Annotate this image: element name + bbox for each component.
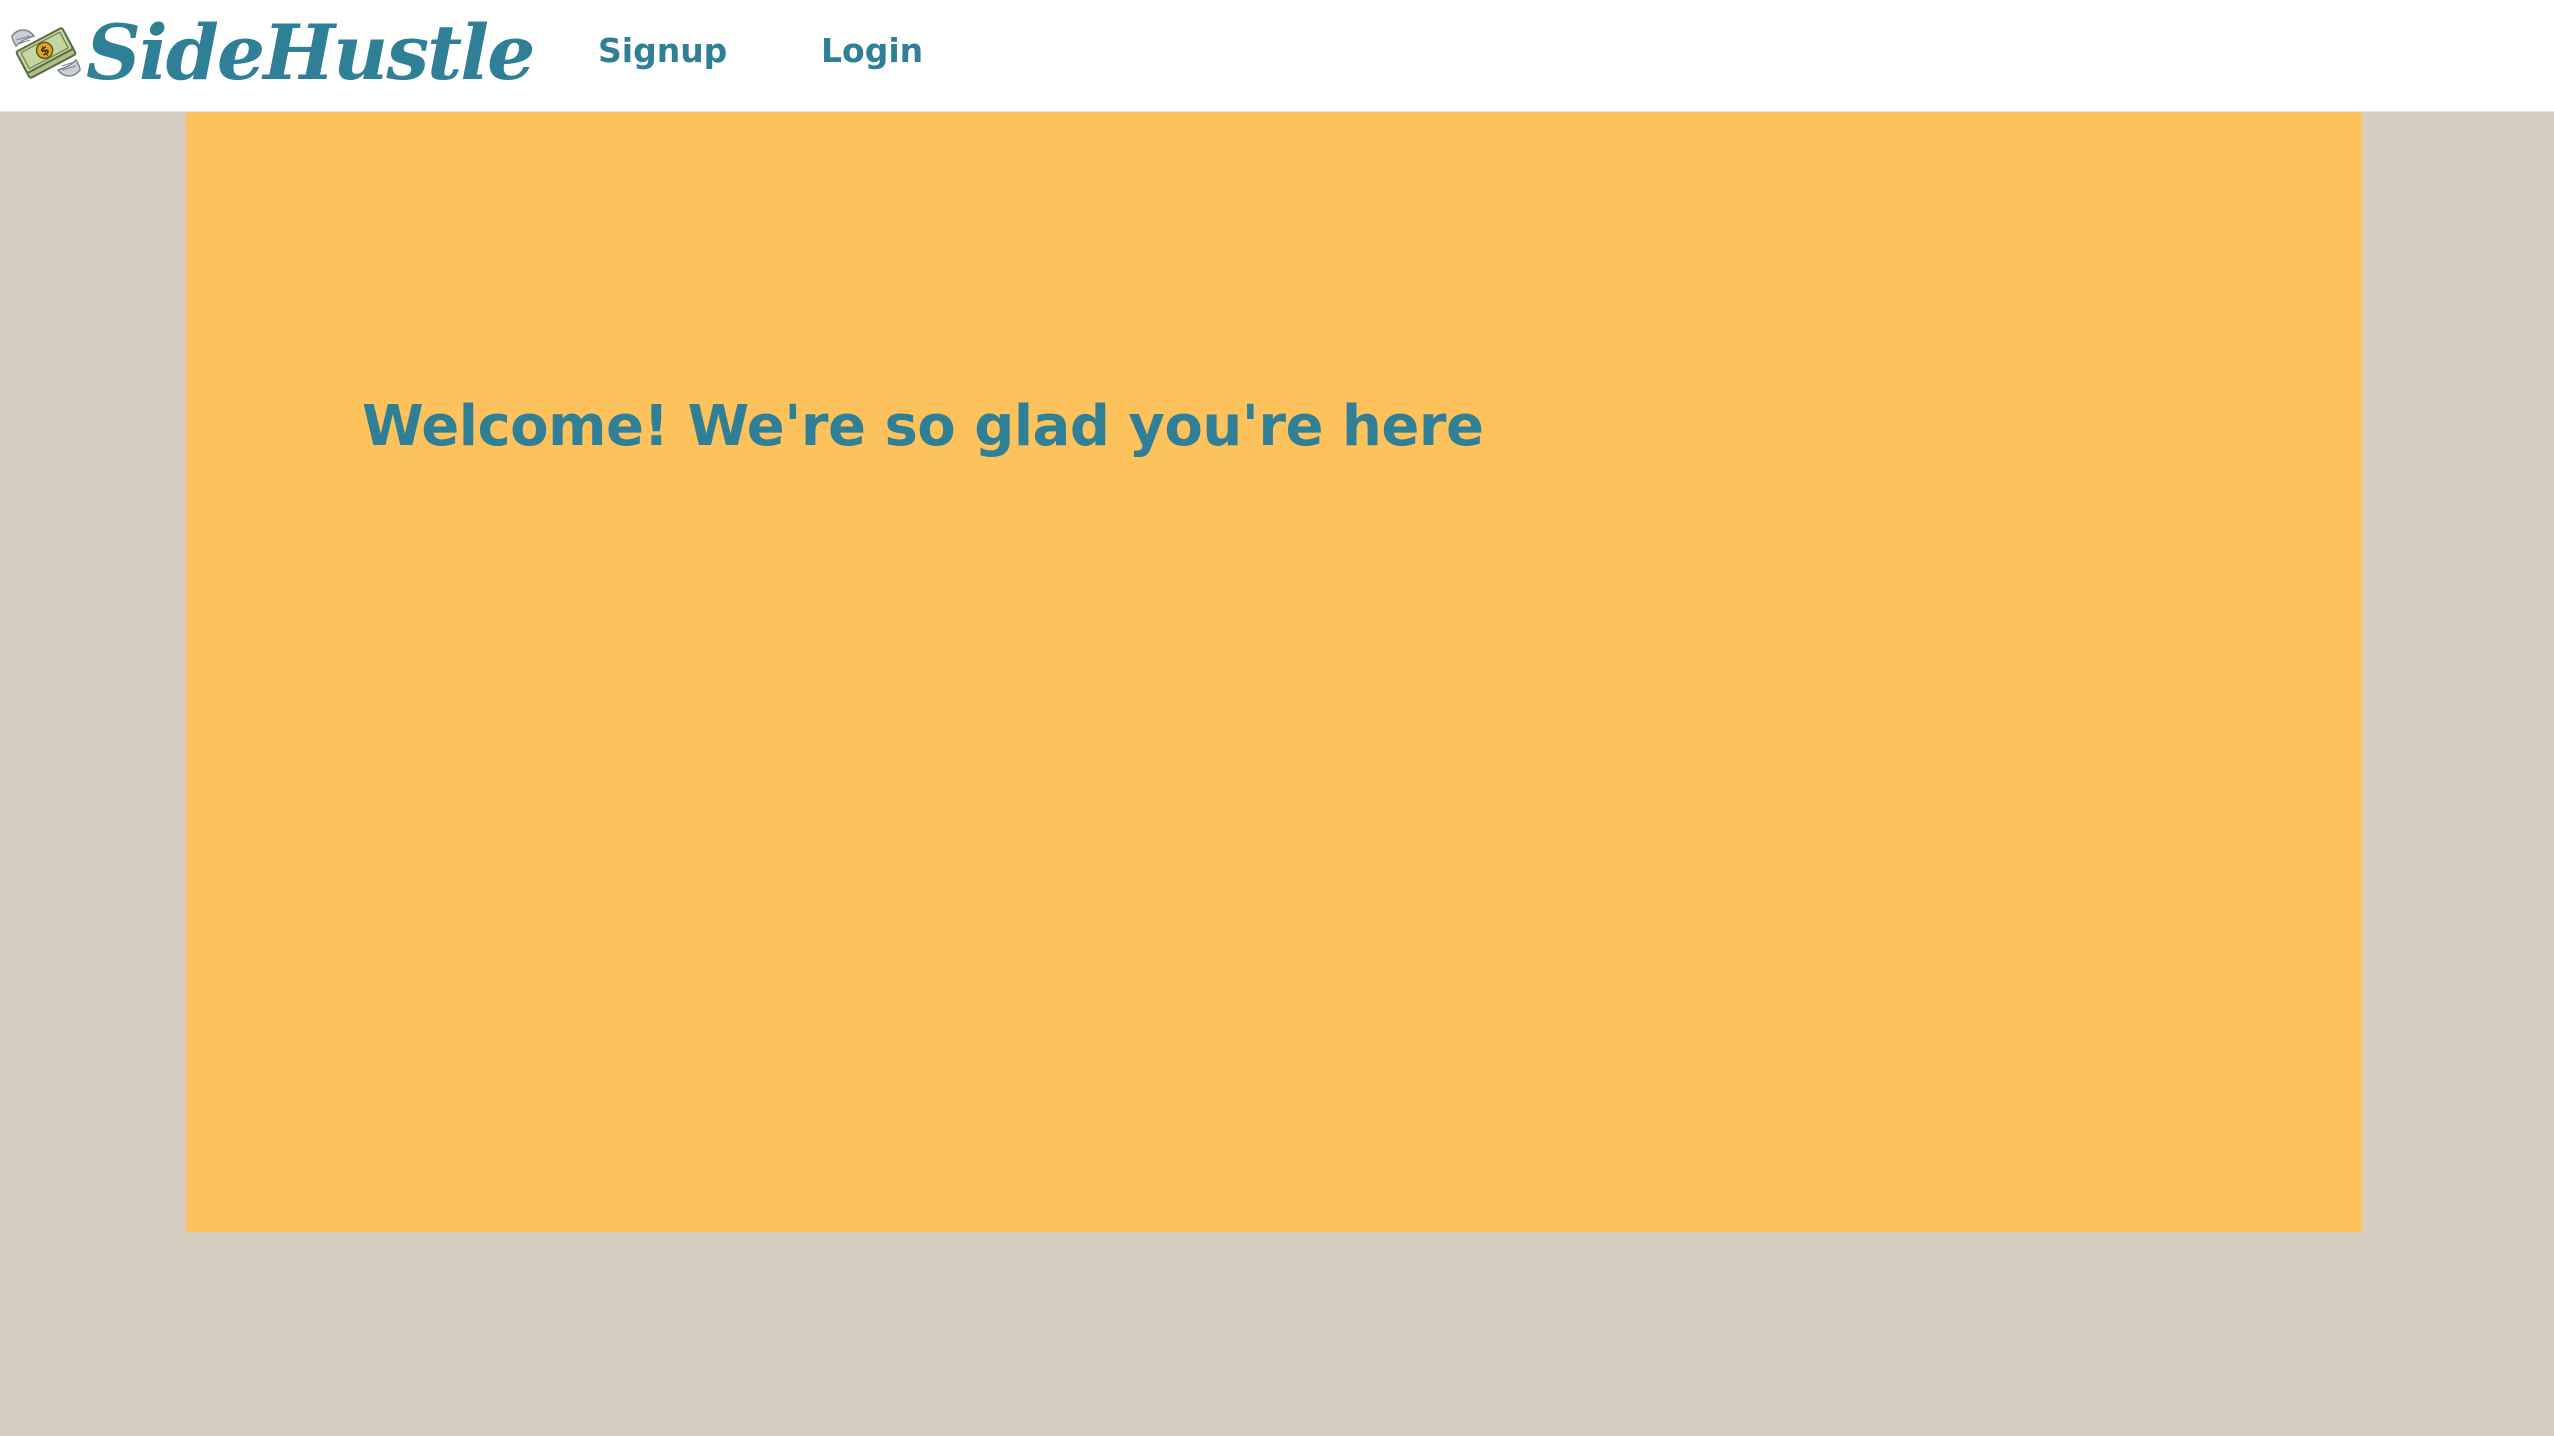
welcome-heading: Welcome! We're so glad you're here <box>362 394 1484 459</box>
logo-text: SideHustle <box>86 8 535 97</box>
welcome-hero: Welcome! We're so glad you're here <box>186 112 2362 1232</box>
nav-signup-link[interactable]: Signup <box>598 30 727 73</box>
nav-login-link[interactable]: Login <box>821 30 923 73</box>
site-header: $ SideHustle Signup Login <box>0 0 2554 112</box>
money-with-wings-icon: $ <box>11 27 81 79</box>
logo-link[interactable]: $ SideHustle <box>8 8 535 98</box>
